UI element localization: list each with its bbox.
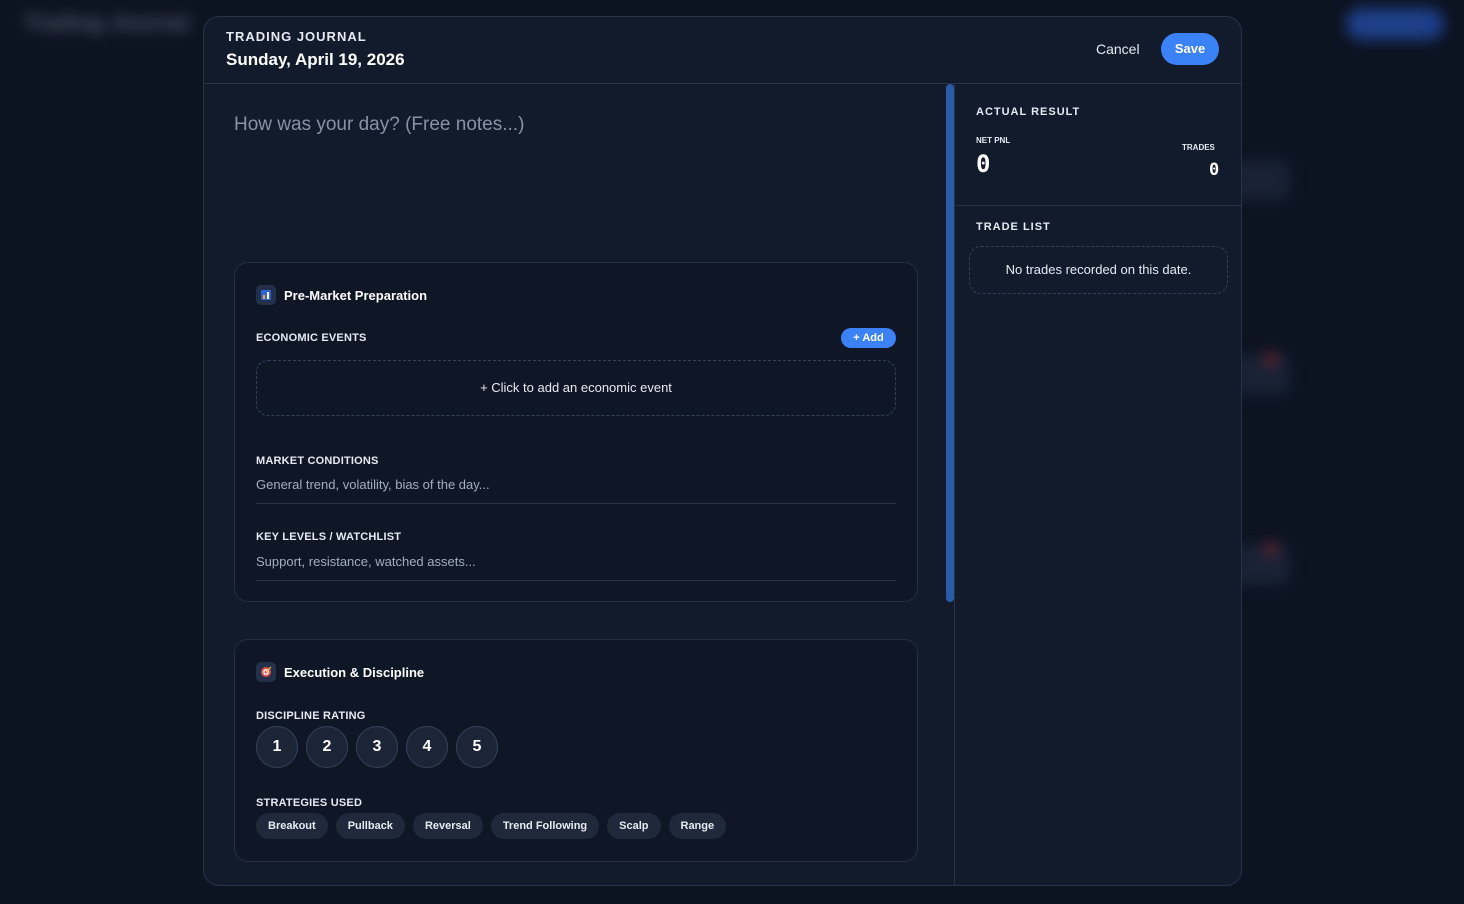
strategy-chips: Breakout Pullback Reversal Trend Followi… xyxy=(256,813,727,839)
add-economic-event-button[interactable]: + Add xyxy=(841,328,896,348)
rating-button-2[interactable]: 2 xyxy=(306,726,348,768)
premarket-header: Pre-Market Preparation xyxy=(256,285,427,305)
background-button xyxy=(1346,8,1444,40)
strategy-chip-range[interactable]: Range xyxy=(668,813,727,839)
result-divider xyxy=(955,205,1241,206)
background-dot xyxy=(1264,352,1278,366)
strategies-label: STRATEGIES USED xyxy=(256,797,363,809)
result-sidebar: ACTUAL RESULT NET PNL 0 TRADES 0 TRADE L… xyxy=(954,84,1241,885)
strategy-chip-reversal[interactable]: Reversal xyxy=(412,813,483,839)
trades-value: 0 xyxy=(1209,160,1220,180)
form-scrollbar[interactable] xyxy=(946,84,954,602)
key-levels-input[interactable]: Support, resistance, watched assets... xyxy=(256,554,896,581)
rating-button-3[interactable]: 3 xyxy=(356,726,398,768)
journal-form: How was your day? (Free notes...) Pre-Ma… xyxy=(204,84,946,885)
modal-header: TRADING JOURNAL Sunday, April 19, 2026 C… xyxy=(204,17,1241,84)
strategy-chip-scalp[interactable]: Scalp xyxy=(607,813,661,839)
trade-list-title: TRADE LIST xyxy=(976,221,1051,233)
strategy-chip-breakout[interactable]: Breakout xyxy=(256,813,328,839)
chart-icon xyxy=(256,285,276,305)
modal-kicker: TRADING JOURNAL xyxy=(226,29,367,44)
rating-button-5[interactable]: 5 xyxy=(456,726,498,768)
net-pnl-value: 0 xyxy=(976,150,991,178)
trades-label: TRADES xyxy=(1182,143,1215,152)
premarket-section: Pre-Market Preparation ECONOMIC EVENTS +… xyxy=(234,262,918,602)
background-title: Trading Journal xyxy=(24,10,190,35)
rating-button-1[interactable]: 1 xyxy=(256,726,298,768)
strategy-chip-pullback[interactable]: Pullback xyxy=(335,813,405,839)
execution-header: Execution & Discipline xyxy=(256,662,424,682)
discipline-rating: 1 2 3 4 5 xyxy=(256,726,498,768)
actual-result-title: ACTUAL RESULT xyxy=(976,106,1081,118)
trade-list-empty: No trades recorded on this date. xyxy=(969,246,1228,294)
net-pnl-label: NET PNL xyxy=(976,136,1011,145)
premarket-title: Pre-Market Preparation xyxy=(284,287,428,303)
execution-title: Execution & Discipline xyxy=(284,664,425,680)
journal-modal: TRADING JOURNAL Sunday, April 19, 2026 C… xyxy=(203,16,1242,886)
economic-events-label: ECONOMIC EVENTS xyxy=(256,332,367,344)
key-levels-label: KEY LEVELS / WATCHLIST xyxy=(256,531,402,543)
save-button[interactable]: Save xyxy=(1161,33,1219,65)
discipline-rating-label: DISCIPLINE RATING xyxy=(256,710,366,722)
market-conditions-input[interactable]: General trend, volatility, bias of the d… xyxy=(256,477,896,504)
strategy-chip-trend-following[interactable]: Trend Following xyxy=(490,813,600,839)
background-dot xyxy=(1264,542,1278,556)
market-conditions-label: MARKET CONDITIONS xyxy=(256,455,379,467)
add-economic-event-area[interactable]: + Click to add an economic event xyxy=(256,360,896,416)
journal-date: Sunday, April 19, 2026 xyxy=(226,50,405,69)
cancel-button[interactable]: Cancel xyxy=(1086,33,1150,65)
target-icon xyxy=(256,662,276,682)
free-notes-textarea[interactable]: How was your day? (Free notes...) xyxy=(234,114,524,136)
rating-button-4[interactable]: 4 xyxy=(406,726,448,768)
execution-section: Execution & Discipline DISCIPLINE RATING… xyxy=(234,639,918,862)
